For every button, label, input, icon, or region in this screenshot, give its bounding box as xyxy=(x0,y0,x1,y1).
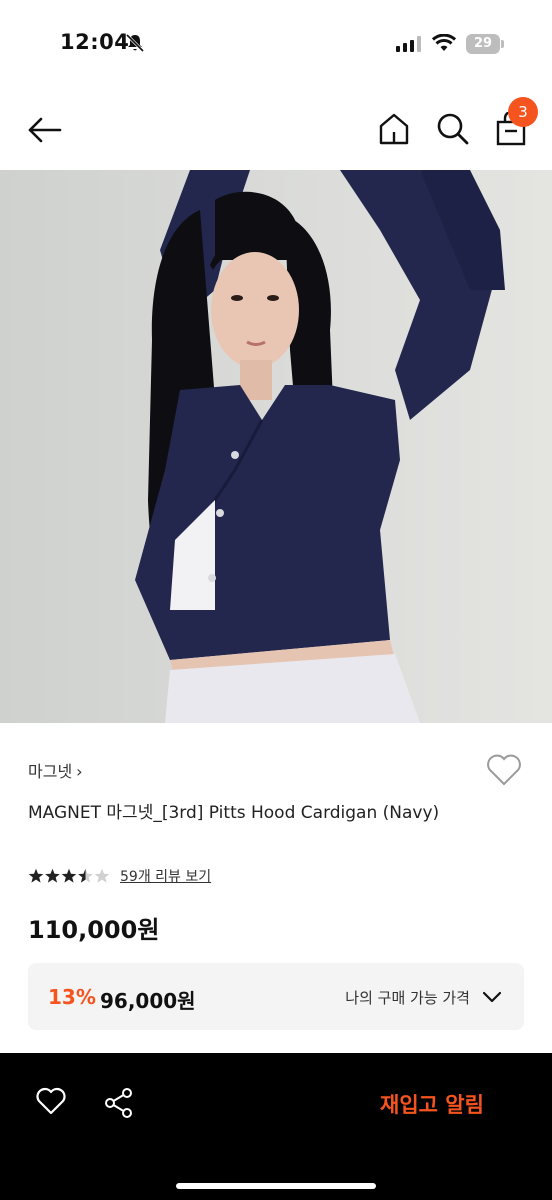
signal-icon xyxy=(396,36,421,52)
brand-link[interactable]: 마그넷 › xyxy=(28,758,83,782)
rating-row: 59개 리뷰 보기 xyxy=(28,866,211,886)
star-icon xyxy=(45,868,60,883)
product-photo xyxy=(0,170,552,723)
status-bar: 12:04 29 xyxy=(0,0,552,90)
back-arrow-icon[interactable] xyxy=(26,112,62,148)
chevron-right-icon: › xyxy=(76,762,83,781)
battery-tip xyxy=(501,40,504,48)
battery-icon: 29 xyxy=(466,34,500,54)
star-icon xyxy=(28,868,44,883)
bell-off-icon xyxy=(125,33,145,53)
wishlist-heart-icon[interactable] xyxy=(486,754,522,786)
star-icon xyxy=(61,868,77,883)
share-icon[interactable] xyxy=(104,1087,134,1119)
product-title: MAGNET 마그넷_[3rd] Pitts Hood Cardigan (Na… xyxy=(28,803,440,823)
restock-alert-button[interactable]: 재입고 알림 xyxy=(380,1089,484,1119)
original-price: 110,000원 xyxy=(28,916,160,944)
star-half-icon xyxy=(78,868,93,883)
my-price-box[interactable]: 13% 96,000원 나의 구매 가능 가격 xyxy=(28,963,524,1030)
search-icon[interactable] xyxy=(436,112,470,146)
rating-stars xyxy=(28,868,110,883)
battery-level: 29 xyxy=(473,36,493,51)
chevron-down-icon[interactable] xyxy=(482,987,502,1007)
cart-count-badge: 3 xyxy=(508,97,538,127)
status-time: 12:04 xyxy=(60,30,130,54)
bottom-action-bar: 재입고 알림 xyxy=(0,1053,552,1200)
heart-icon[interactable] xyxy=(36,1087,66,1115)
top-nav xyxy=(0,90,552,170)
star-empty-icon xyxy=(94,868,110,883)
discount-rate: 13% xyxy=(48,985,96,1009)
product-image[interactable] xyxy=(0,170,552,723)
home-icon[interactable] xyxy=(378,112,410,146)
discount-price: 96,000원 xyxy=(100,989,196,1013)
my-price-label: 나의 구매 가능 가격 xyxy=(345,989,470,1007)
wifi-icon xyxy=(432,34,456,51)
home-indicator[interactable] xyxy=(176,1183,376,1189)
brand-name: 마그넷 xyxy=(28,762,73,781)
review-link[interactable]: 59개 리뷰 보기 xyxy=(120,866,211,886)
